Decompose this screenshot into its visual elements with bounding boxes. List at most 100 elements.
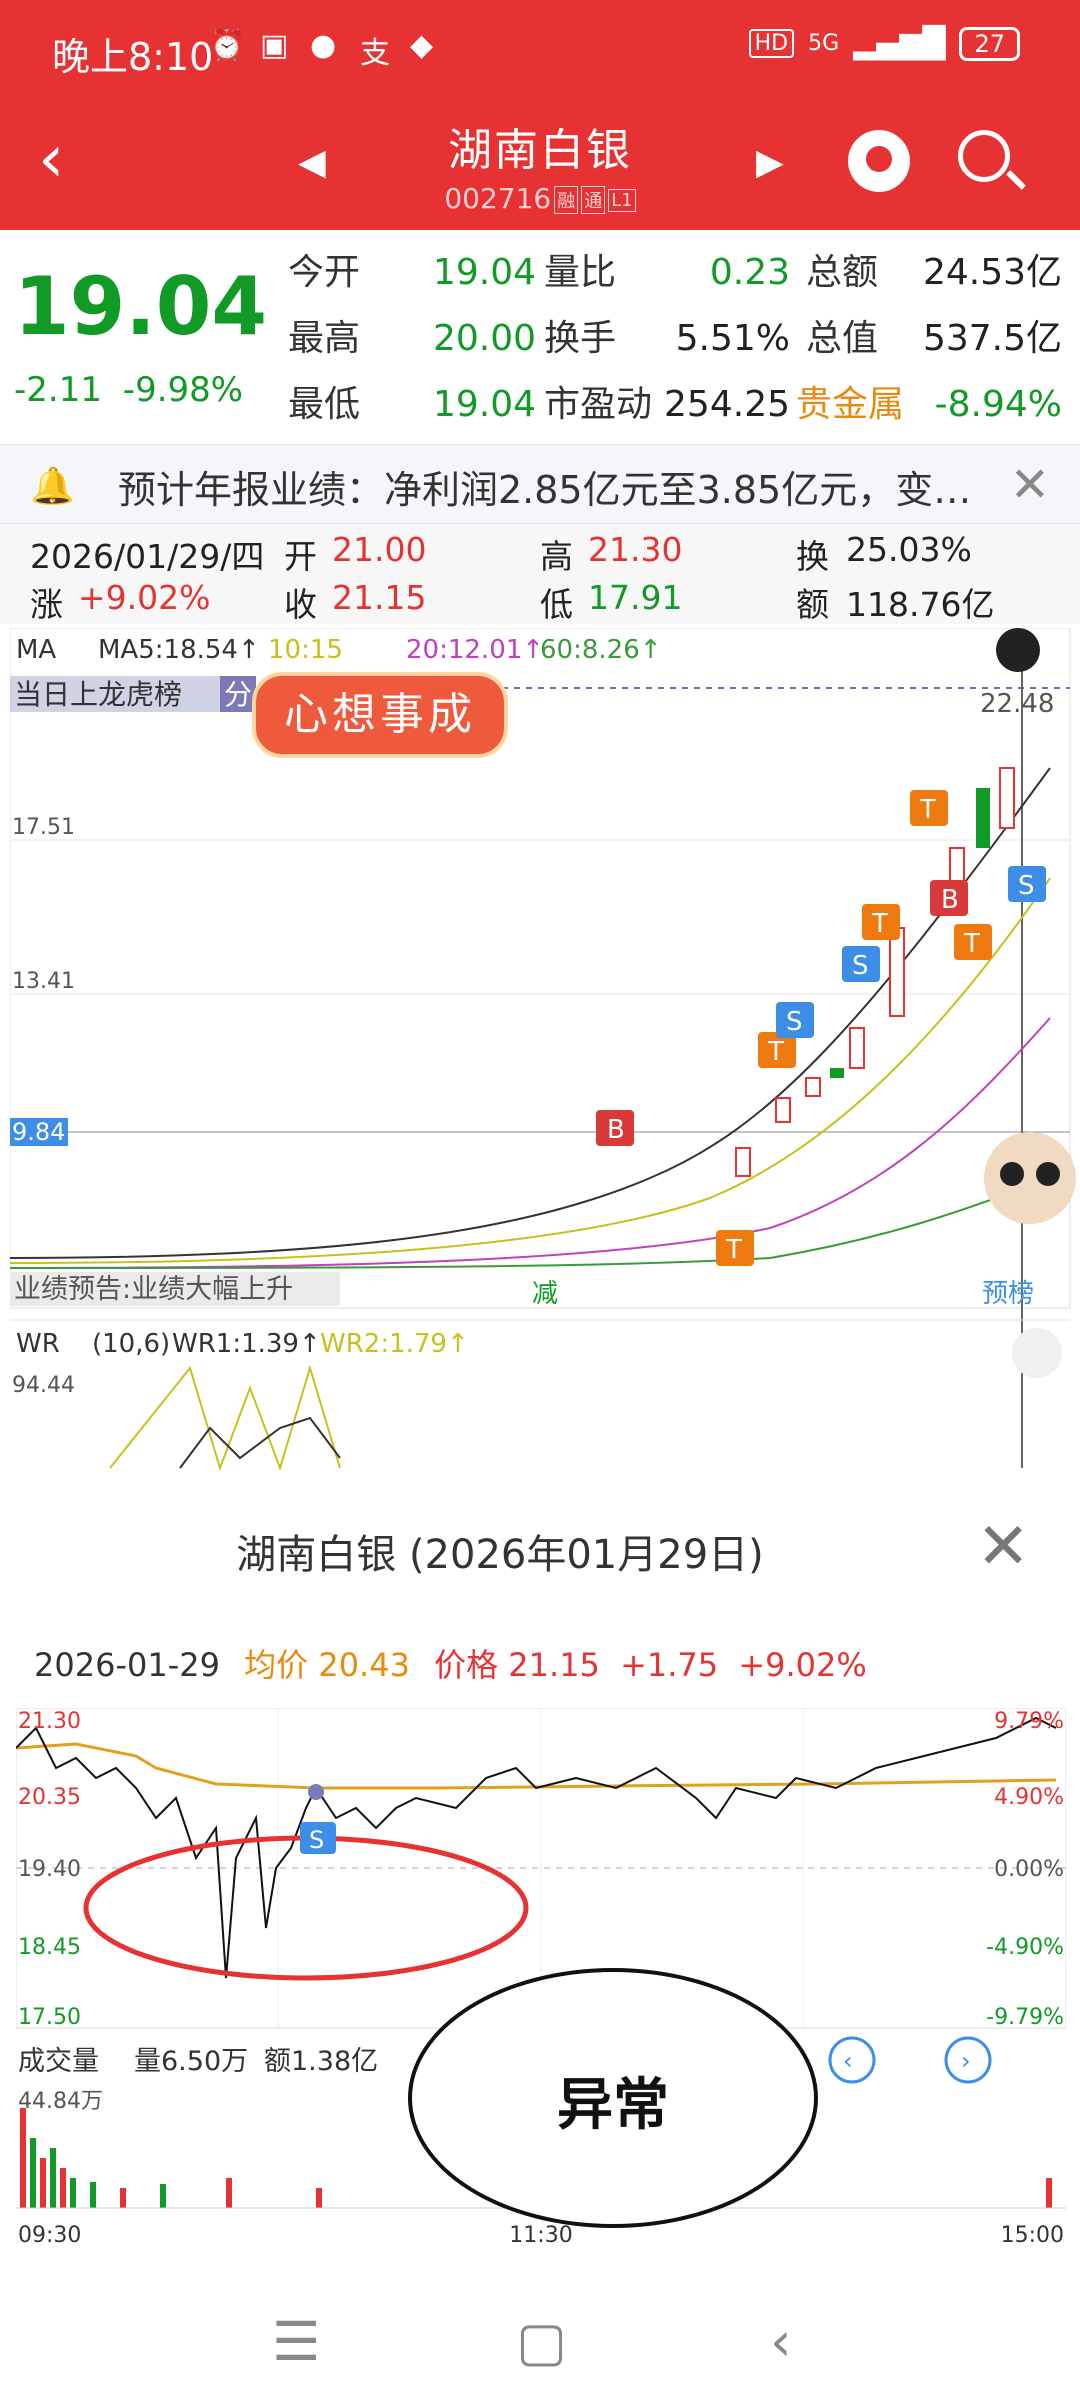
kline-date: 2026/01/29/四: [30, 537, 265, 576]
back-nav-icon[interactable]: ‹: [770, 2310, 792, 2373]
volume-bar: [60, 2168, 66, 2208]
buy-marker-text: B: [941, 885, 959, 915]
y-label: 13.41: [12, 969, 75, 994]
quote-value: 20.00: [432, 318, 536, 359]
sector-label[interactable]: 贵金属: [796, 372, 904, 438]
candle: [830, 1068, 844, 1078]
right-axis-label: 0.00%: [994, 1857, 1064, 1882]
ma-label[interactable]: MA: [16, 635, 56, 665]
chevron-right-icon: ›: [961, 2047, 971, 2075]
quote-value: 5.51%: [675, 318, 790, 359]
avg-value: 20.43: [318, 1646, 410, 1684]
notice-bar[interactable]: 🔔 预计年报业绩：净利润2.85亿元至3.85亿元，变… ✕: [0, 444, 1080, 524]
left-axis-label: 18.45: [18, 1935, 81, 1960]
tag-level: L1: [608, 188, 636, 212]
tag-connect: 通: [581, 186, 606, 214]
close-label: 收: [284, 585, 317, 624]
wr1-line: [179, 1416, 341, 1469]
status-right: HD 5G ▂▄▆█ 27: [748, 26, 1020, 61]
volume-bar: [316, 2188, 322, 2208]
t-marker-text: T: [725, 1235, 742, 1265]
turnover-value: 25.03%: [846, 530, 972, 569]
skull-eye: [1036, 1162, 1060, 1186]
quote-row: 最低 19.04 市盈动 254.25 贵金属 -8.94%: [288, 372, 1062, 438]
right-axis-label: -9.79%: [986, 2005, 1064, 2030]
candle: [999, 767, 1015, 829]
video-app-icon: ●: [310, 28, 337, 63]
quote-row: 今开 19.04 量比 0.23 总额 24.53亿: [288, 240, 1062, 306]
volume-label: 成交量: [18, 2046, 99, 2077]
quote-panel: 19.04 -2.11 -9.98% 今开 19.04 量比 0.23 总额 2…: [0, 230, 1080, 440]
volume-bar: [90, 2182, 96, 2208]
app-icon: ▣: [260, 28, 289, 63]
quote-label: 量比: [544, 252, 617, 293]
sell-marker-text: S: [786, 1007, 803, 1037]
home-icon[interactable]: ▢: [516, 2310, 567, 2373]
next-stock-icon[interactable]: ▶: [756, 142, 784, 183]
left-axis-label: 20.35: [18, 1785, 81, 1810]
volume-value: 量6.50万: [134, 2046, 248, 2077]
page-title: 湖南白银: [448, 125, 632, 176]
volume-max-label: 44.84万: [18, 2089, 103, 2114]
wr-y-label: 94.44: [12, 1373, 75, 1398]
quote-value: 19.04: [432, 252, 536, 293]
speech-bubble-text: 异常: [557, 2073, 669, 2138]
search-icon[interactable]: [958, 130, 1010, 182]
quote-label: 换手: [544, 318, 617, 359]
quote-value: 254.25: [664, 384, 790, 425]
price-change: -2.11 -9.98%: [14, 370, 243, 410]
quote-row: 最高 20.00 换手 5.51% 总值 537.5亿: [288, 306, 1062, 372]
close-panel-icon[interactable]: ✕: [976, 1510, 1030, 1584]
notice-text[interactable]: 预计年报业绩：净利润2.85亿元至3.85亿元，变…: [118, 459, 971, 514]
quote-label: 最低: [288, 384, 361, 425]
amount-label: 额: [796, 585, 829, 624]
low-label: 低: [540, 585, 573, 624]
quote-grid: 今开 19.04 量比 0.23 总额 24.53亿 最高 20.00 换手 5…: [288, 240, 1062, 438]
status-bar: 晚上8:10 ⏰ ▣ ● 支 ◆ HD 5G ▂▄▆█ 27: [0, 0, 1080, 100]
close-value: 21.15: [332, 578, 427, 617]
wr-params: (10,6): [92, 1329, 170, 1359]
time-label: 15:00: [1001, 2223, 1064, 2248]
quote-value: 19.04: [432, 384, 536, 425]
sell-marker-text: S: [852, 951, 869, 981]
bell-icon: 🔔: [30, 466, 75, 507]
candle: [805, 1077, 821, 1097]
alarm-icon: ⏰: [208, 28, 246, 63]
quote-value: 537.5亿: [922, 318, 1062, 359]
status-time: 晚上8:10: [52, 35, 214, 79]
expand-icon[interactable]: [1012, 1328, 1062, 1378]
t-marker-text: T: [963, 929, 980, 959]
amount-value: 额1.38亿: [264, 2046, 378, 2077]
intraday-title: 湖南白银 (2026年01月29日): [236, 1532, 764, 1578]
time-label: 09:30: [18, 2223, 81, 2248]
price-value: 21.15: [508, 1646, 600, 1684]
close-notice-icon[interactable]: ✕: [1010, 457, 1050, 513]
wr-label[interactable]: WR: [16, 1329, 60, 1359]
volume-bar: [20, 2108, 26, 2208]
quote-label: 总额: [806, 252, 879, 293]
stock-code-text: 002716: [444, 182, 552, 215]
reduce-mark[interactable]: 减: [532, 1279, 558, 1309]
left-axis-label: 21.30: [18, 1709, 81, 1734]
hd-icon: HD: [748, 29, 795, 58]
right-axis-label: 4.90%: [994, 1785, 1064, 1810]
y-label: 9.84: [12, 1118, 65, 1146]
kline-chart[interactable]: B T S T S T T B T S MA MA5:18.54↑ 10:15 …: [10, 628, 1080, 1488]
assistant-icon[interactable]: [848, 130, 910, 192]
volume-bar: [226, 2178, 232, 2208]
turnover-label: 换: [796, 537, 829, 576]
system-nav-bar: ☰ ▢ ‹: [0, 2290, 1080, 2400]
sticker-banner: 心想事成: [252, 672, 508, 758]
volume-bar: [40, 2158, 46, 2208]
avg-label: 均价: [244, 1646, 309, 1684]
change-pct: +9.02%: [738, 1646, 867, 1684]
candle: [949, 847, 965, 885]
volume-bar: [160, 2184, 166, 2208]
intraday-info: 2026-01-29 均价 20.43 价格 21.15 +1.75 +9.02…: [34, 1640, 867, 1686]
quote-label: 最高: [288, 318, 361, 359]
menu-icon[interactable]: ☰: [272, 2310, 320, 2373]
network-label: 5G: [808, 31, 840, 56]
skull-icon: [984, 1132, 1076, 1224]
current-price: 19.04: [14, 260, 268, 353]
forecast-mark[interactable]: 预榜: [982, 1279, 1034, 1309]
